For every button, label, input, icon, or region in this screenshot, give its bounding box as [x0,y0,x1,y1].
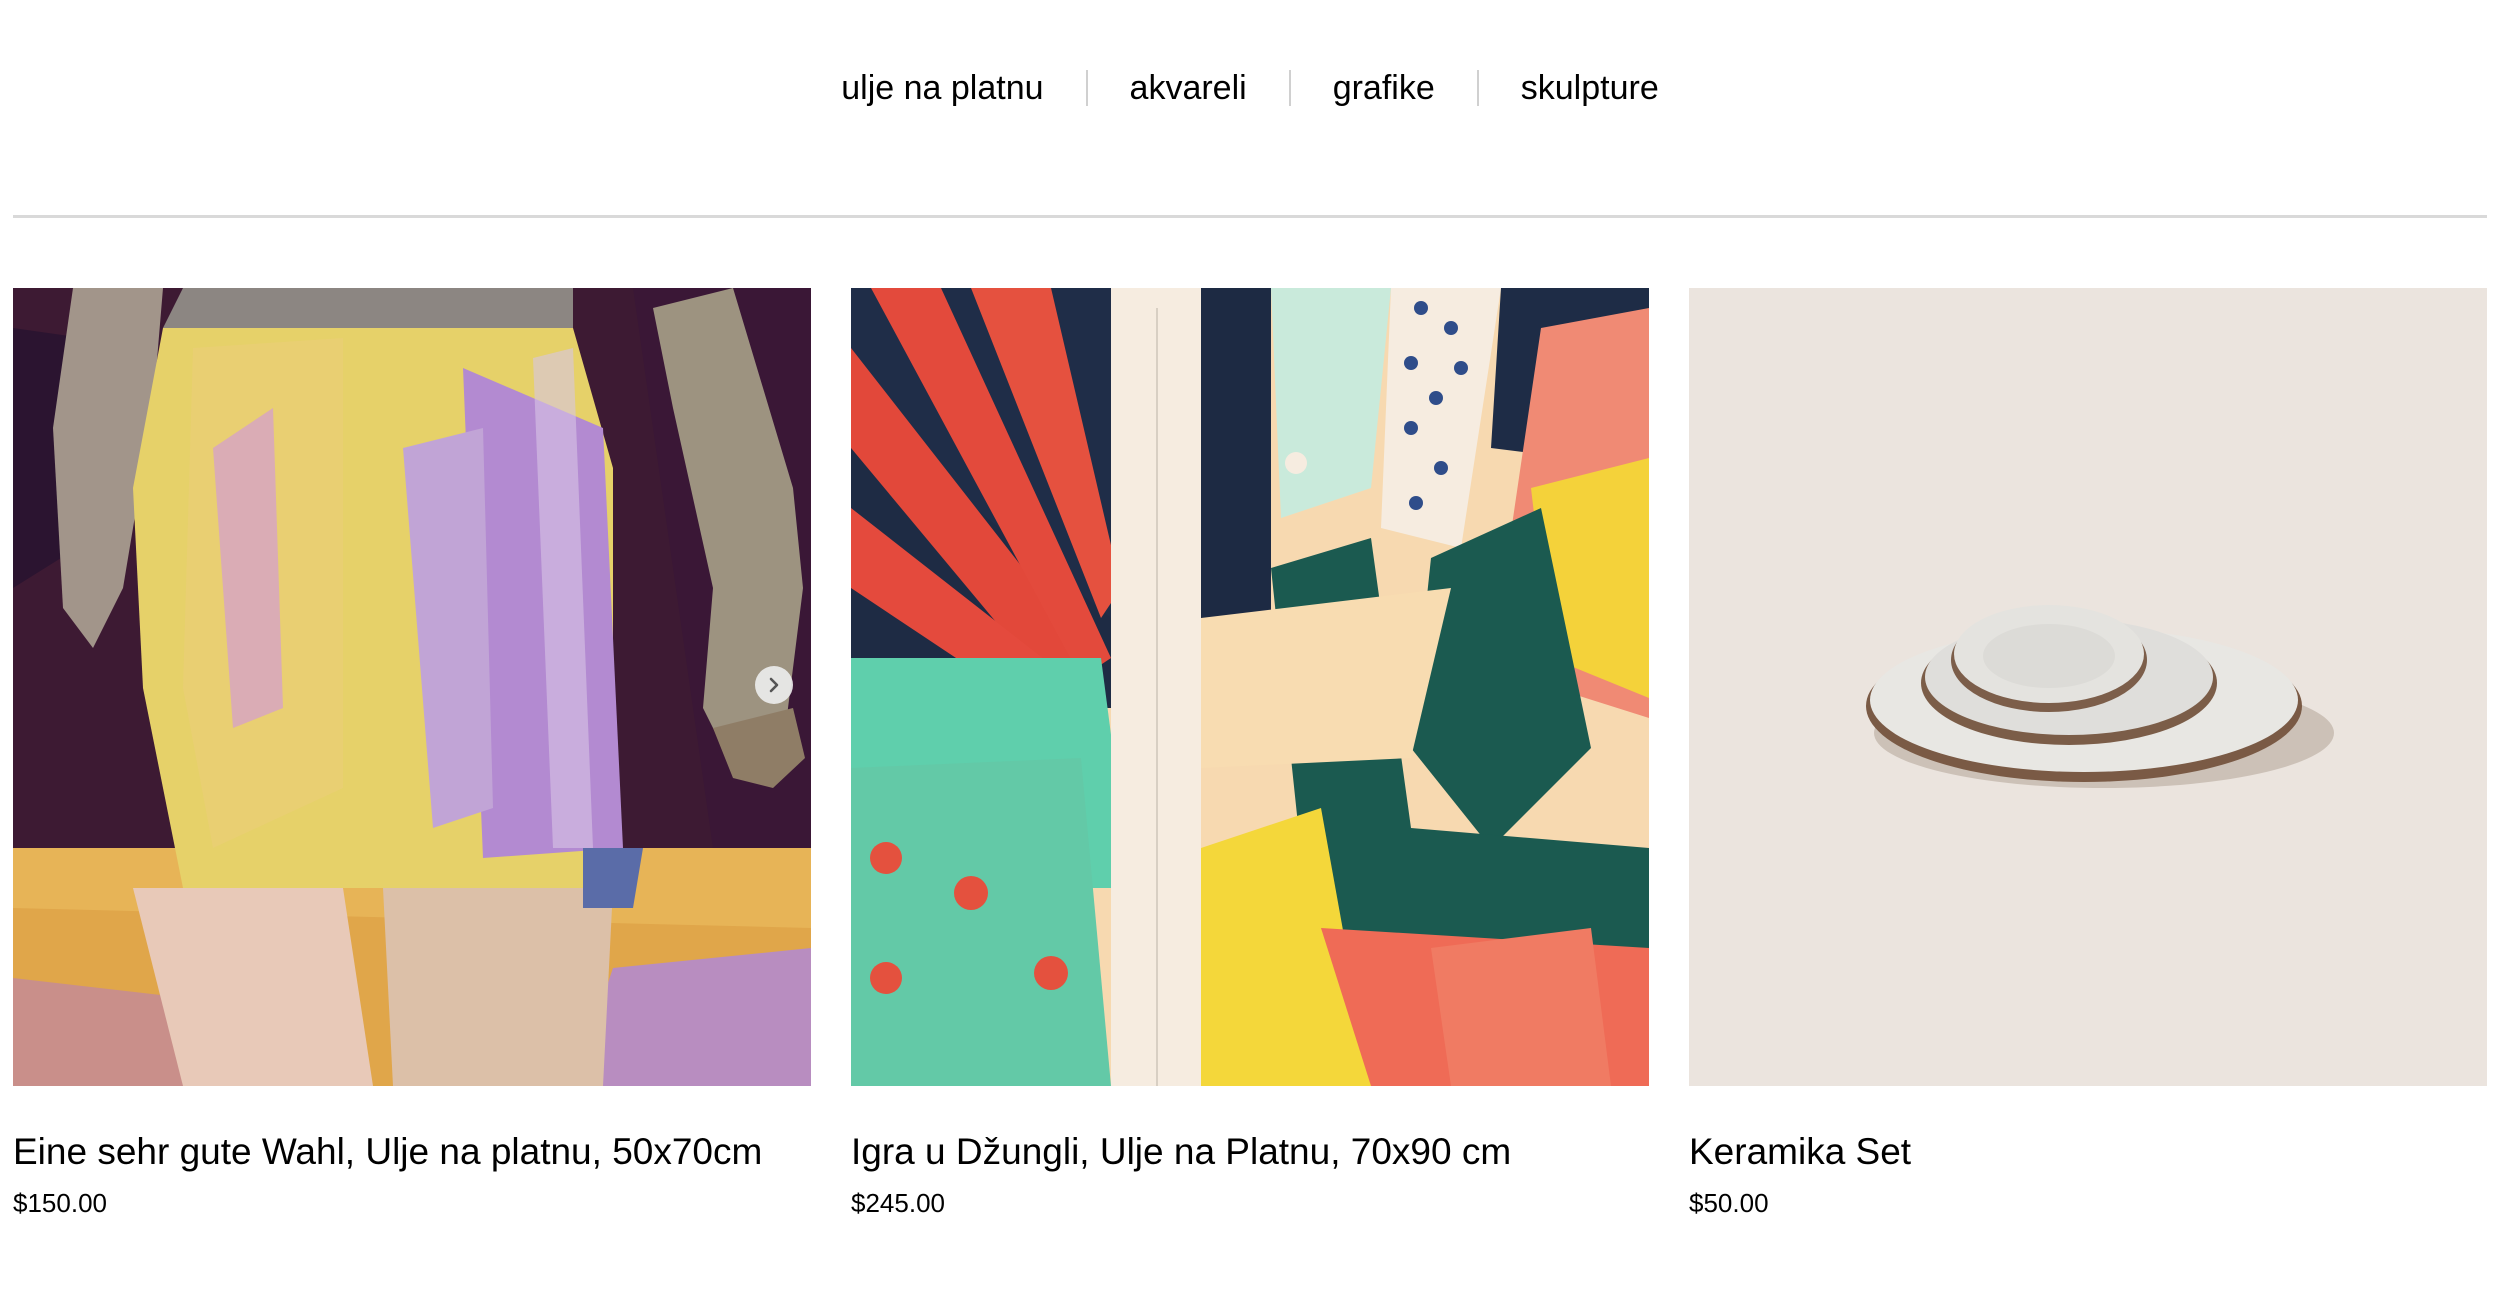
painting-yellow-shorts-image [13,288,811,1086]
nav-separator [1288,70,1291,106]
product-title[interactable]: Keramika Set [1689,1130,2487,1174]
nav-link-ulje-na-platnu[interactable]: ulje na platnu [841,58,1043,118]
nav-link-akvareli[interactable]: akvareli [1130,58,1247,118]
product-title[interactable]: Eine sehr gute Wahl, Ulje na platnu, 50x… [13,1130,811,1174]
header-divider [13,215,2487,218]
nav-separator [1476,70,1479,106]
product-image-painting-yellow-shorts[interactable] [13,288,811,1086]
chevron-right-icon [769,677,779,693]
category-nav: ulje na platnu akvareli grafike skulptur… [0,58,2500,118]
nav-link-grafike[interactable]: grafike [1333,58,1435,118]
nav-separator [1085,70,1088,106]
product-title[interactable]: Igra u Džungli, Ulje na Platnu, 70x90 cm [851,1130,1649,1174]
product-price: $245.00 [851,1188,945,1218]
product-image-painting-jungle-abstract[interactable] [851,288,1649,1086]
carousel-next-button[interactable] [755,666,793,704]
page: ulje na platnu akvareli grafike skulptur… [0,0,2500,1300]
painting-jungle-abstract-image [851,288,1649,1086]
product-card[interactable]: Keramika Set $50.00 [1689,288,2487,1220]
product-image-ceramic-plates-photo[interactable] [1689,288,2487,1086]
product-price: $150.00 [13,1188,107,1218]
product-grid: Eine sehr gute Wahl, Ulje na platnu, 50x… [13,288,2487,1248]
product-card[interactable]: Igra u Džungli, Ulje na Platnu, 70x90 cm… [851,288,1649,1220]
product-card[interactable]: Eine sehr gute Wahl, Ulje na platnu, 50x… [13,288,811,1220]
ceramic-plates-image [1689,288,2487,1086]
product-price: $50.00 [1689,1188,1769,1218]
nav-link-skulpture[interactable]: skulpture [1521,58,1659,118]
